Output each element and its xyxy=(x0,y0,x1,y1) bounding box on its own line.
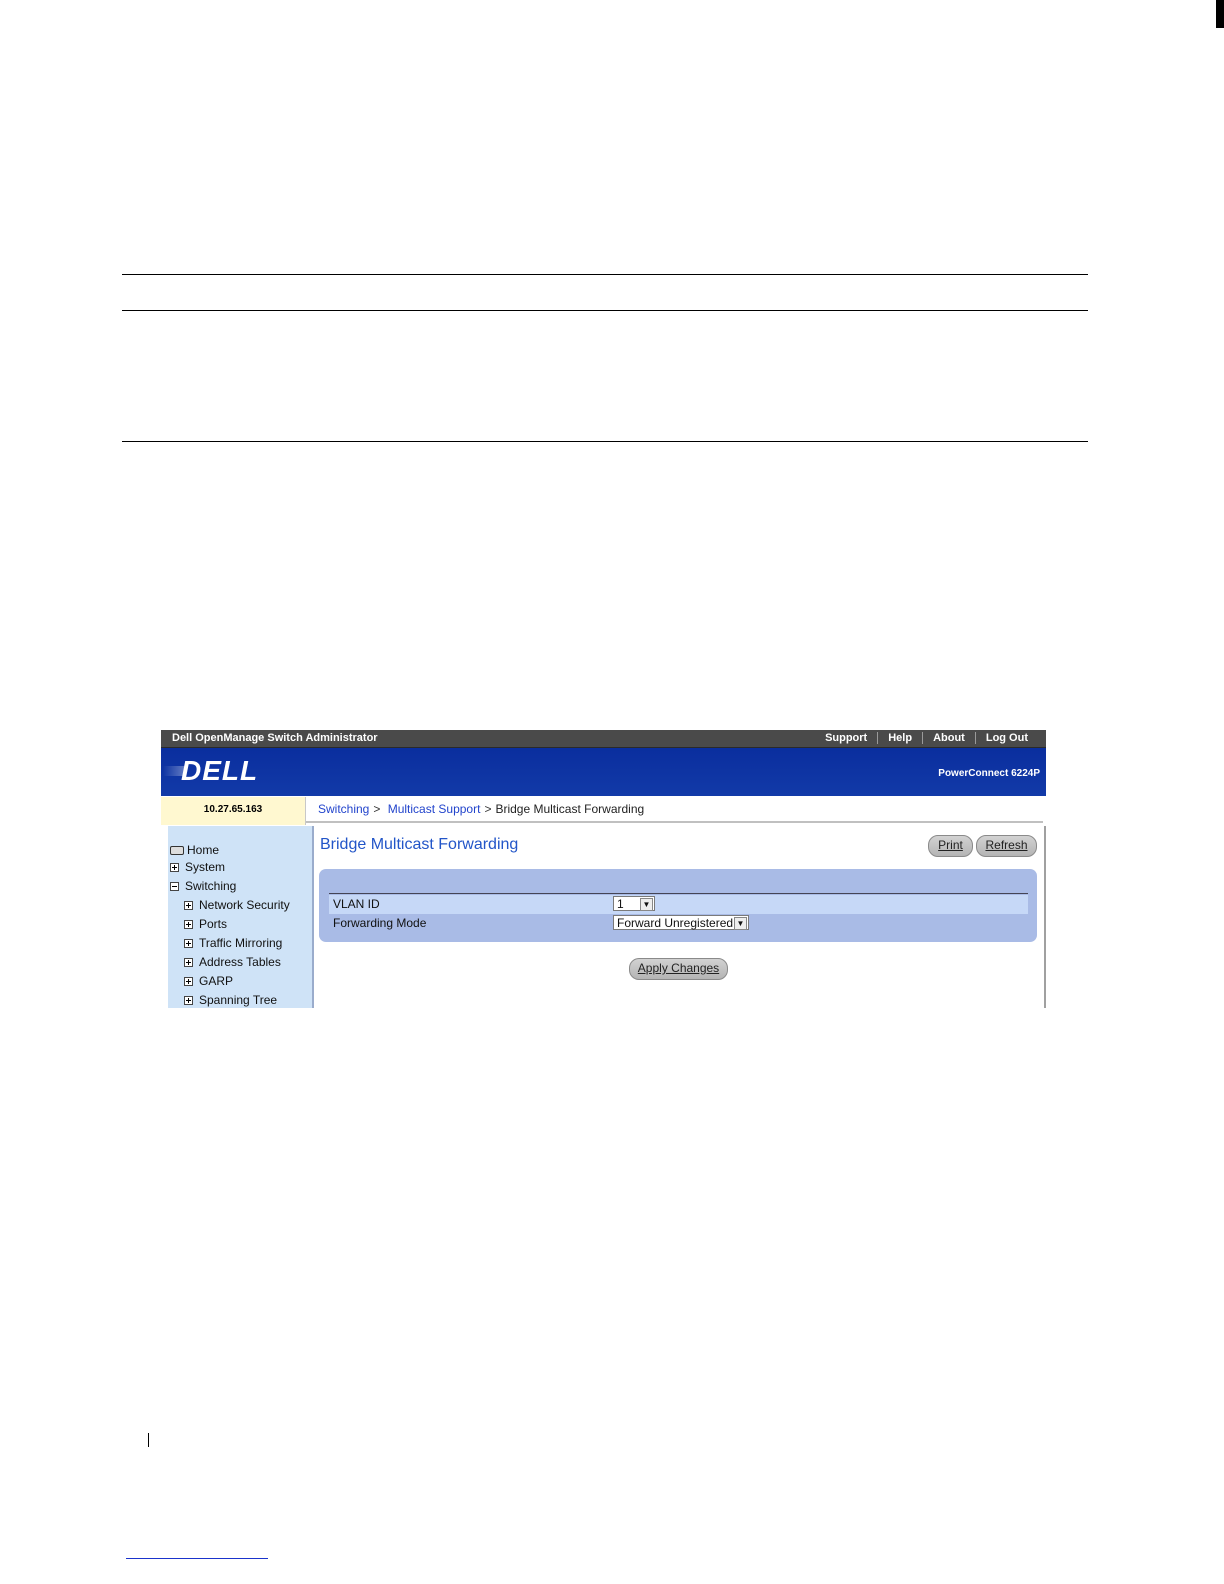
divider-rule xyxy=(122,274,1088,275)
sidebar-item-ports[interactable]: Ports xyxy=(184,917,227,931)
vlan-id-label: VLAN ID xyxy=(333,897,380,911)
app-title: Dell OpenManage Switch Administrator xyxy=(172,732,378,744)
expand-icon[interactable] xyxy=(184,938,193,948)
sidebar-item-traffic-mirroring[interactable]: Traffic Mirroring xyxy=(184,936,282,950)
help-link[interactable]: Help xyxy=(877,732,922,744)
chevron-down-icon[interactable]: ▼ xyxy=(640,898,653,911)
expand-icon[interactable] xyxy=(184,957,193,967)
expand-icon[interactable] xyxy=(184,976,193,986)
refresh-button[interactable]: Refresh xyxy=(976,835,1037,857)
vlan-id-select[interactable]: 1 ▼ xyxy=(613,896,655,911)
settings-panel: VLAN ID 1 ▼ Forwarding Mode Forward Unre… xyxy=(319,869,1037,942)
sidebar-item-label: Home xyxy=(187,843,220,857)
sidebar-item-switching[interactable]: Switching xyxy=(170,879,236,893)
sidebar-item-spanning-tree[interactable]: Spanning Tree xyxy=(184,993,277,1007)
apply-changes-button[interactable]: Apply Changes xyxy=(629,958,728,980)
dell-logo: DELL xyxy=(163,756,271,786)
divider-rule xyxy=(122,310,1088,311)
sidebar-item-garp[interactable]: GARP xyxy=(184,974,233,988)
breadcrumb-separator: > xyxy=(484,802,492,816)
forwarding-mode-label: Forwarding Mode xyxy=(333,916,427,930)
sidebar-item-label: Traffic Mirroring xyxy=(199,936,283,950)
expand-icon[interactable] xyxy=(184,919,193,929)
sidebar-item-label: Ports xyxy=(199,917,228,931)
about-link[interactable]: About xyxy=(922,732,975,744)
main-content: Bridge Multicast Forwarding Print Refres… xyxy=(314,826,1046,1008)
ip-address: 10.27.65.163 xyxy=(161,797,306,825)
switch-admin-screenshot: Dell OpenManage Switch Administrator Sup… xyxy=(161,730,1046,1008)
breadcrumb-current: Bridge Multicast Forwarding xyxy=(495,802,645,816)
page-edge-mark xyxy=(1216,0,1224,28)
sidebar-item-label: Switching xyxy=(185,879,237,893)
home-icon xyxy=(170,845,184,855)
print-button[interactable]: Print xyxy=(928,835,973,857)
sidebar-item-address-tables[interactable]: Address Tables xyxy=(184,955,281,969)
logout-link[interactable]: Log Out xyxy=(974,732,1038,744)
expand-icon[interactable] xyxy=(184,995,193,1005)
divider-rule xyxy=(122,441,1088,442)
sidebar-item-label: Address Tables xyxy=(199,955,281,969)
breadcrumb-multicast-support[interactable]: Multicast Support xyxy=(388,802,481,816)
chevron-down-icon[interactable]: ▼ xyxy=(734,917,747,930)
margin-bar xyxy=(148,1433,149,1447)
sidebar-item-network-security[interactable]: Network Security xyxy=(184,898,290,912)
expand-icon[interactable] xyxy=(170,862,179,872)
panel-divider xyxy=(329,893,1028,894)
sidebar-tree: Home System Switching Network Security P… xyxy=(168,826,314,1008)
model-name: PowerConnect 6224P xyxy=(938,768,1040,779)
support-link[interactable]: Support xyxy=(815,732,877,744)
breadcrumb: Switching > Multicast Support > Bridge Mult… xyxy=(306,797,1043,823)
forwarding-mode-row: Forwarding Mode Forward Unregistered ▼ xyxy=(329,914,1028,933)
brand-banner: DELL PowerConnect 6224P xyxy=(161,748,1046,796)
collapse-icon[interactable] xyxy=(170,881,179,891)
top-bar: Dell OpenManage Switch Administrator Sup… xyxy=(161,730,1046,748)
vlan-id-row: VLAN ID 1 ▼ xyxy=(329,895,1028,914)
page-title: Bridge Multicast Forwarding xyxy=(320,836,519,853)
top-links: Support Help About Log Out xyxy=(815,732,1038,744)
footer-rule xyxy=(126,1558,268,1559)
sidebar-item-label: Spanning Tree xyxy=(199,993,278,1007)
vlan-id-value: 1 xyxy=(617,897,624,911)
expand-icon[interactable] xyxy=(184,900,193,910)
sidebar-item-label: Network Security xyxy=(199,898,290,912)
forwarding-mode-select[interactable]: Forward Unregistered ▼ xyxy=(613,915,749,930)
forwarding-mode-value: Forward Unregistered xyxy=(617,916,734,930)
sidebar-item-label: GARP xyxy=(199,974,234,988)
sidebar-item-system[interactable]: System xyxy=(170,860,225,874)
breadcrumb-separator: > xyxy=(373,802,381,816)
breadcrumb-switching[interactable]: Switching xyxy=(318,802,369,816)
sidebar-item-home[interactable]: Home xyxy=(170,843,219,857)
sidebar-item-label: System xyxy=(185,860,226,874)
